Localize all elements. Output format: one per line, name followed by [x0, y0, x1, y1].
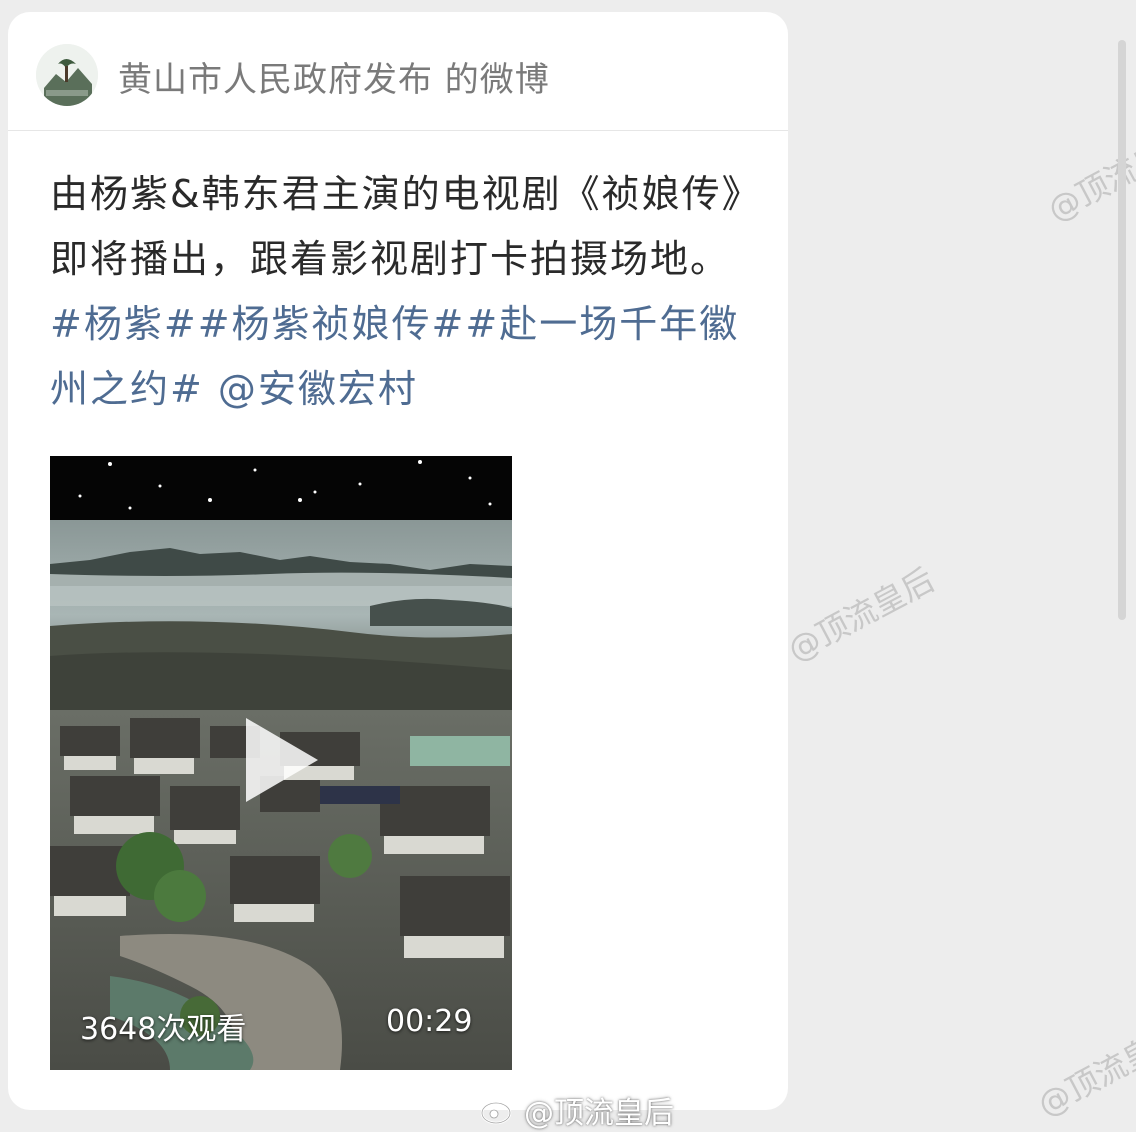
avatar-image: [36, 44, 98, 106]
video-duration: 00:29: [386, 1004, 473, 1039]
hashtag-yangzi[interactable]: #杨紫#: [50, 302, 198, 346]
weibo-icon: [480, 1097, 516, 1125]
mention-anhui-hongcun[interactable]: @安徽宏村: [204, 367, 418, 411]
hashtag-zhenniangzhuan[interactable]: #杨紫祯娘传#: [198, 302, 466, 346]
bottom-watermark: @顶流皇后: [480, 1088, 674, 1132]
video-player[interactable]: 3648次观看 00:29: [50, 456, 512, 1070]
post-card: 黄山市人民政府发布 的微博 由杨紫&韩东君主演的电视剧《祯娘传》即将播出，跟着影…: [8, 12, 788, 1110]
scrollbar[interactable]: [1118, 40, 1126, 620]
watermark-bottom-right: @顶流皇后: [1031, 1015, 1136, 1125]
post-body: 由杨紫&韩东君主演的电视剧《祯娘传》即将播出，跟着影视剧打卡拍摄场地。 #杨紫##…: [50, 162, 755, 422]
account-title[interactable]: 黄山市人民政府发布 的微博: [118, 52, 550, 101]
video-thumbnail: [50, 456, 512, 1070]
post-header: 黄山市人民政府发布 的微博: [8, 12, 788, 131]
bottom-watermark-text: @顶流皇后: [524, 1096, 674, 1131]
avatar[interactable]: [36, 44, 98, 106]
view-count: 3648次观看: [80, 1012, 247, 1047]
watermark-middle: @顶流皇后: [781, 560, 941, 670]
post-text: 由杨紫&韩东君主演的电视剧《祯娘传》即将播出，跟着影视剧打卡拍摄场地。: [50, 172, 743, 281]
